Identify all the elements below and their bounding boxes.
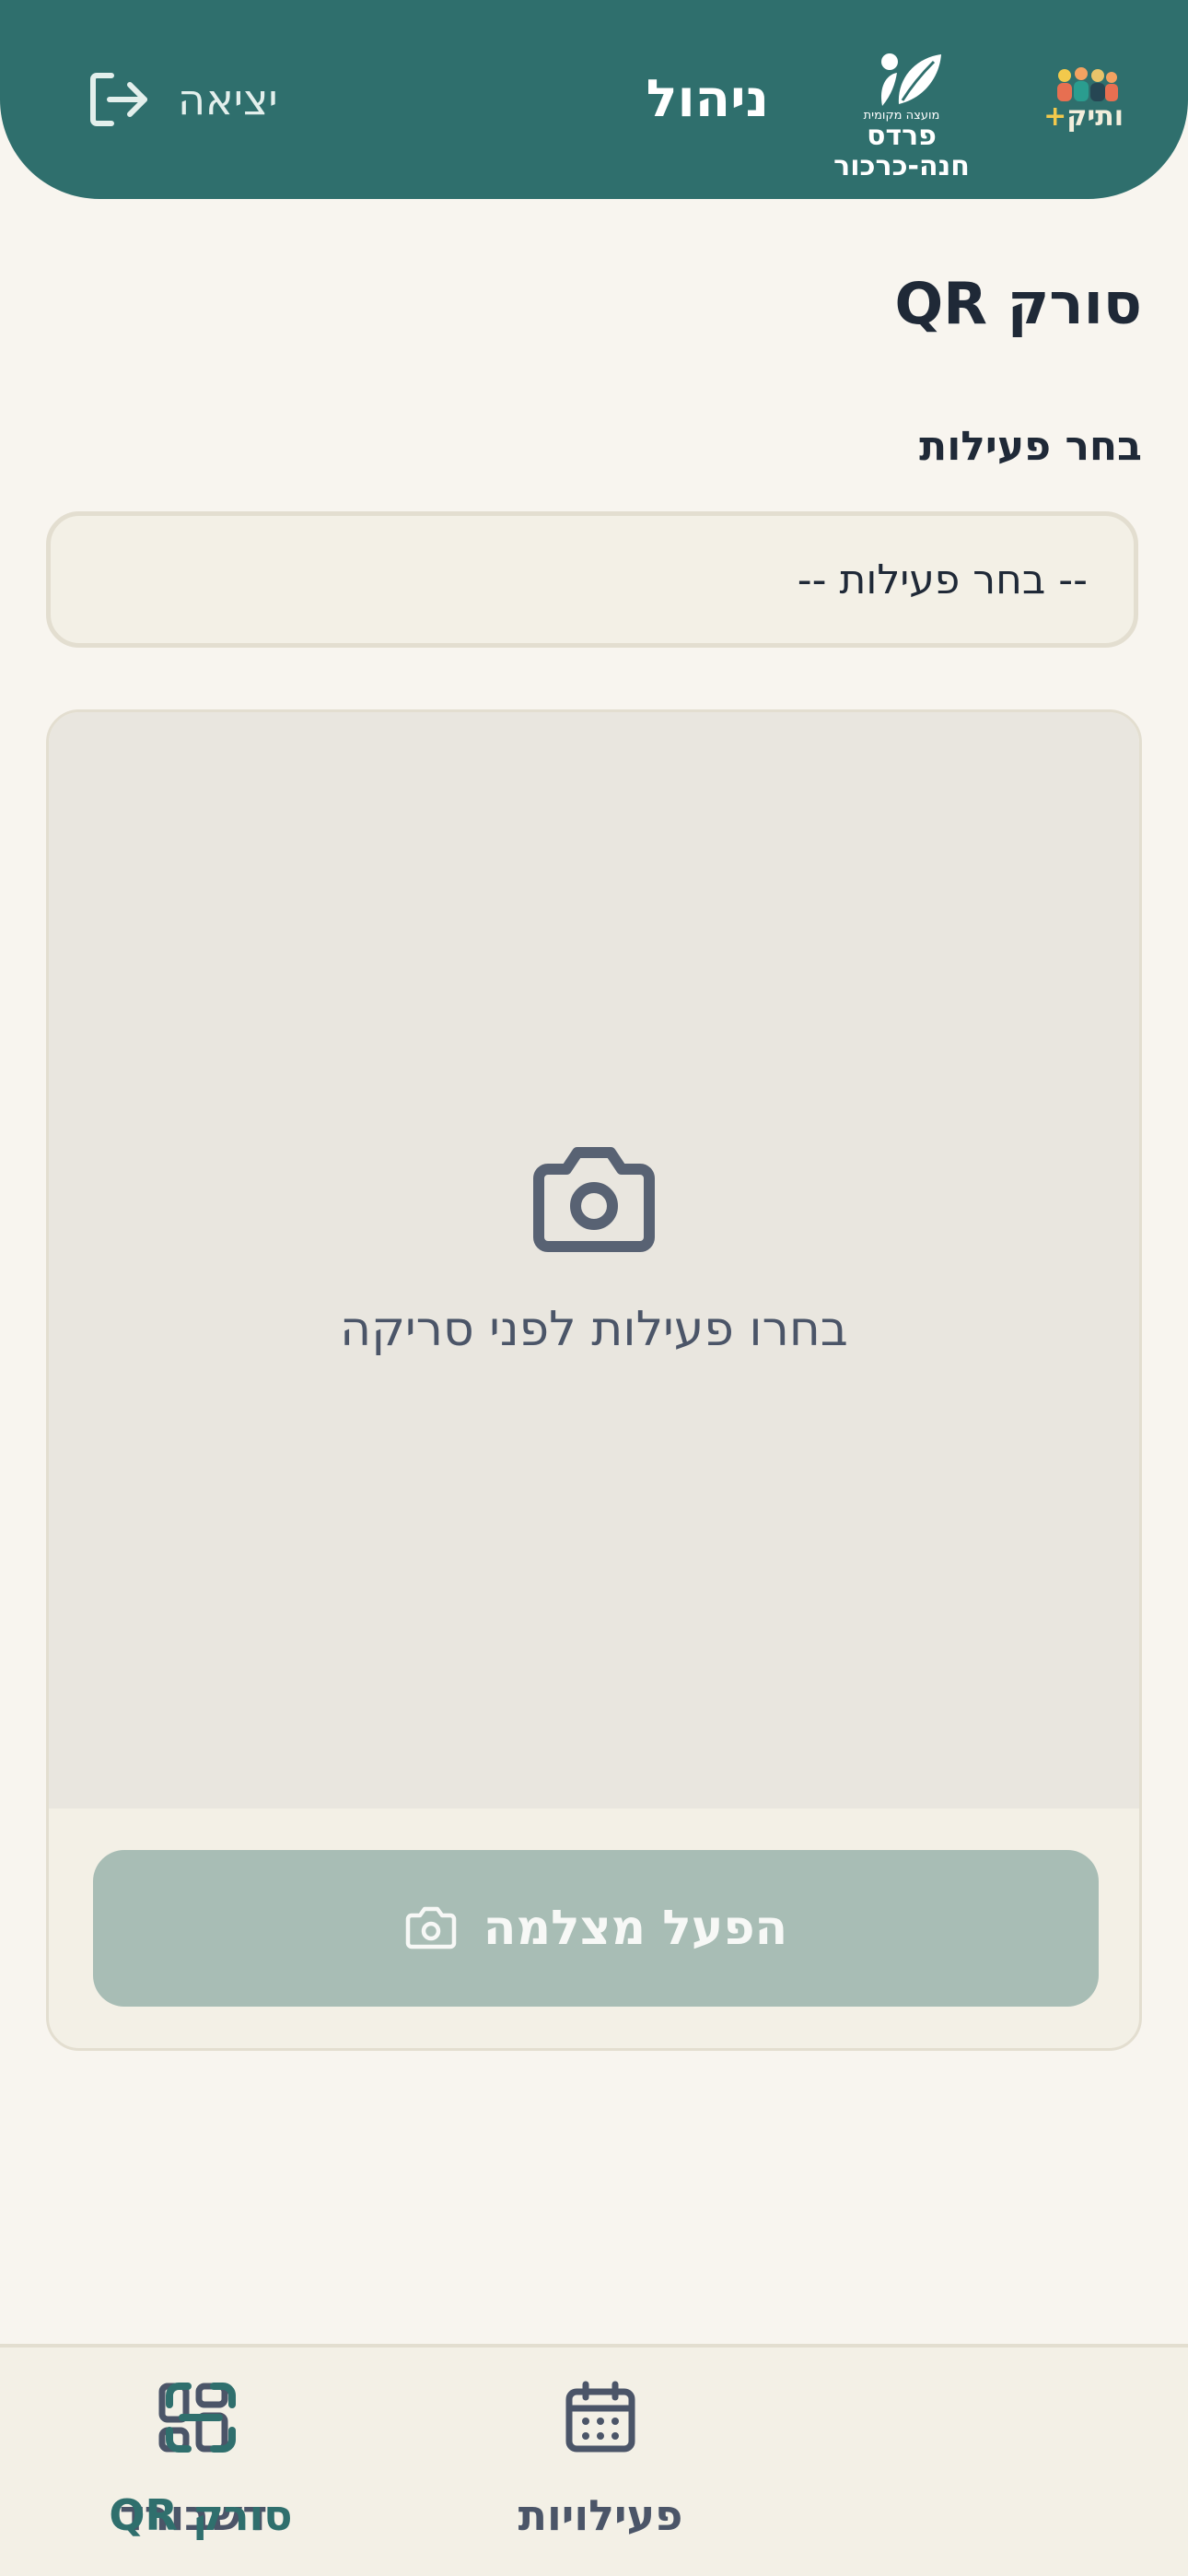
- people-group-icon: [1057, 67, 1118, 101]
- header-title: ניהול: [646, 69, 769, 129]
- activity-select-label: בחר פעילות: [919, 423, 1142, 470]
- start-camera-button-label: הפעל מצלמה: [483, 1901, 788, 1956]
- camera-small-icon: [405, 1906, 456, 1950]
- logout-button[interactable]: יציאה: [87, 64, 278, 135]
- vatik-logo-plus: +: [1043, 100, 1067, 133]
- vatik-logo: ותיק+: [1043, 64, 1124, 138]
- activity-select-value: -- בחר פעילות --: [797, 556, 1088, 603]
- scanner-card: בחרו פעילות לפני סריקה הפעל מצלמה: [46, 709, 1142, 2051]
- city-logo-name: פרדס חנה-כרכור: [833, 120, 970, 182]
- logout-icon: [87, 70, 150, 129]
- calendar-icon: [565, 2381, 635, 2453]
- vatik-logo-text: ותיק: [1066, 100, 1124, 133]
- scanner-viewport: בחרו פעילות לפני סריקה: [49, 712, 1139, 1809]
- logout-label: יציאה: [178, 75, 278, 124]
- qr-scan-icon: [166, 2383, 236, 2453]
- page-title: סורק QR: [894, 270, 1142, 337]
- city-logo: מועצה מקומית פרדס חנה-כרכור: [805, 51, 998, 181]
- leaf-icon: [880, 53, 941, 106]
- start-camera-button[interactable]: הפעל מצלמה: [93, 1850, 1099, 2007]
- nav-item-qr-scanner[interactable]: סורק QR: [63, 2348, 339, 2576]
- nav-item-activities[interactable]: פעילויות: [462, 2348, 739, 2576]
- nav-label-activities: פעילויות: [518, 2490, 683, 2540]
- activity-select[interactable]: -- בחר פעילות --: [46, 511, 1138, 648]
- scanner-hint: בחרו פעילות לפני סריקה: [340, 1302, 848, 1357]
- nav-label-qr-scanner: סורק QR: [109, 2490, 293, 2540]
- camera-icon: [533, 1147, 655, 1252]
- app-header: ותיק+ מועצה מקומית פרדס חנה-כרכור ניהול …: [0, 0, 1188, 199]
- bottom-nav: דשבורד פעילויות סורק QR: [0, 2344, 1188, 2576]
